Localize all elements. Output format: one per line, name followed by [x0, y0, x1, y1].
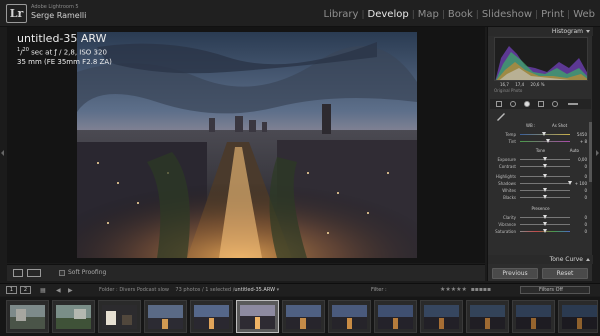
filmstrip — [0, 297, 600, 336]
temp-slider[interactable]: Temp 5450 — [492, 131, 589, 138]
loupe-view-icon[interactable] — [13, 269, 23, 277]
identity-plate: Serge Ramelli — [31, 11, 87, 20]
lightroom-logo: Lr — [6, 4, 27, 23]
primary-window-button[interactable]: 1 — [6, 286, 17, 294]
tone-curve-header[interactable]: Tone Curve — [488, 255, 593, 264]
film-thumbnail[interactable] — [282, 300, 325, 333]
vibrance-slider[interactable]: Vibrance 0 — [492, 221, 589, 228]
crop-icon[interactable] — [496, 101, 502, 107]
radial-filter-icon[interactable] — [552, 101, 558, 107]
left-panel-toggle-icon[interactable] — [1, 150, 4, 156]
before-after-icon[interactable] — [27, 269, 41, 277]
grid-icon[interactable]: ▦ — [40, 287, 46, 294]
filmstrip-bar: 1 2 ▦ ◀ ▶ Folder : Divers Podcast slow 7… — [0, 283, 600, 296]
soft-proofing-checkbox[interactable] — [59, 270, 65, 276]
film-thumbnail[interactable] — [558, 300, 598, 333]
tint-slider[interactable]: Tint + 8 — [492, 138, 589, 145]
info-overlay: untitled-35 ARW 1/20 sec at ƒ / 2,8, ISO… — [17, 32, 112, 67]
tool-strip — [490, 99, 591, 109]
film-thumbnail[interactable] — [144, 300, 187, 333]
presence-label: Presence — [531, 206, 550, 211]
module-library[interactable]: Library — [321, 9, 362, 20]
adjustment-brush-icon[interactable] — [568, 103, 578, 105]
shadows-slider[interactable]: Shadows + 100 — [492, 180, 589, 187]
film-thumbnail[interactable] — [98, 300, 141, 333]
eyedropper-icon[interactable] — [496, 112, 506, 122]
filter-label: Filter : — [371, 287, 387, 293]
film-thumbnail[interactable] — [374, 300, 417, 333]
whites-slider[interactable]: Whites 0 — [492, 187, 589, 194]
secondary-window-button[interactable]: 2 — [20, 286, 31, 294]
expand-icon — [586, 258, 590, 261]
soft-proofing-label: Soft Proofing — [68, 269, 107, 276]
previous-button[interactable]: Previous — [492, 268, 538, 279]
module-map[interactable]: Map — [415, 9, 442, 20]
film-thumbnail[interactable] — [6, 300, 49, 333]
clarity-slider[interactable]: Clarity 0 — [492, 214, 589, 221]
photo-filename: untitled-35 ARW — [17, 32, 107, 45]
histogram-header[interactable]: Histogram — [488, 27, 593, 36]
back-arrow-icon[interactable]: ◀ — [56, 287, 61, 294]
module-book[interactable]: Book — [445, 9, 476, 20]
basic-panel: WB : As Shot Temp 5450 Tint + 8 Tone Aut… — [492, 112, 589, 263]
right-panel-toggle-icon[interactable] — [596, 150, 599, 156]
right-panel: Histogram 16,7 17,4 20,6 % Original Phot… — [487, 27, 593, 281]
film-thumbnail[interactable] — [328, 300, 371, 333]
red-eye-icon[interactable] — [524, 101, 530, 107]
exposure-slider[interactable]: Exposure 0,00 — [492, 156, 589, 163]
film-thumbnail[interactable] — [466, 300, 509, 333]
reset-button[interactable]: Reset — [542, 268, 588, 279]
module-print[interactable]: Print — [538, 9, 567, 20]
panel-buttons: Previous Reset — [488, 267, 593, 281]
spot-removal-icon[interactable] — [510, 101, 516, 107]
graduated-filter-icon[interactable] — [538, 101, 544, 107]
histogram — [494, 37, 588, 81]
develop-toolbar: Soft Proofing — [7, 264, 485, 281]
forward-arrow-icon[interactable]: ▶ — [68, 287, 73, 294]
collapse-icon — [586, 30, 590, 33]
histogram-readout: 16,7 17,4 20,6 % — [500, 82, 545, 87]
image-canvas[interactable]: untitled-35 ARW 1/20 sec at ƒ / 2,8, ISO… — [7, 27, 485, 263]
film-thumbnail[interactable] — [52, 300, 95, 333]
original-photo-label: Original Photo — [494, 88, 523, 93]
film-thumbnail[interactable] — [420, 300, 463, 333]
app-brand: Adobe Lightroom 5 — [31, 4, 79, 10]
film-thumbnail[interactable] — [512, 300, 555, 333]
filter-dropdown[interactable]: Filters Off — [520, 286, 590, 294]
saturation-slider[interactable]: Saturation 0 — [492, 228, 589, 235]
top-bar: Lr Adobe Lightroom 5 Serge Ramelli Libra… — [0, 0, 600, 27]
blacks-slider[interactable]: Blacks 0 — [492, 194, 589, 201]
module-picker: Library | Develop | Map | Book | Slidesh… — [321, 9, 599, 20]
contrast-slider[interactable]: Contrast 0 — [492, 163, 589, 170]
exposure-info: 1/20 sec at ƒ / 2,8, ISO 320 — [17, 47, 107, 57]
module-develop[interactable]: Develop — [365, 9, 412, 20]
film-thumbnail-selected[interactable] — [236, 300, 279, 333]
auto-tone-button[interactable]: Auto — [570, 148, 579, 153]
module-web[interactable]: Web — [570, 9, 598, 20]
source-status[interactable]: Folder : Divers Podcast slow 73 photos /… — [99, 287, 279, 293]
film-thumbnail[interactable] — [190, 300, 233, 333]
highlights-slider[interactable]: Highlights 0 — [492, 173, 589, 180]
panel-scrollbar[interactable] — [589, 122, 592, 182]
photo-preview[interactable] — [77, 32, 417, 258]
lens-info: 35 mm (FE 35mm F2.8 ZA) — [17, 58, 112, 67]
rating-filter[interactable]: ★★★★★ ▪▪▪▪▪ — [440, 286, 491, 293]
module-slideshow[interactable]: Slideshow — [479, 9, 535, 20]
